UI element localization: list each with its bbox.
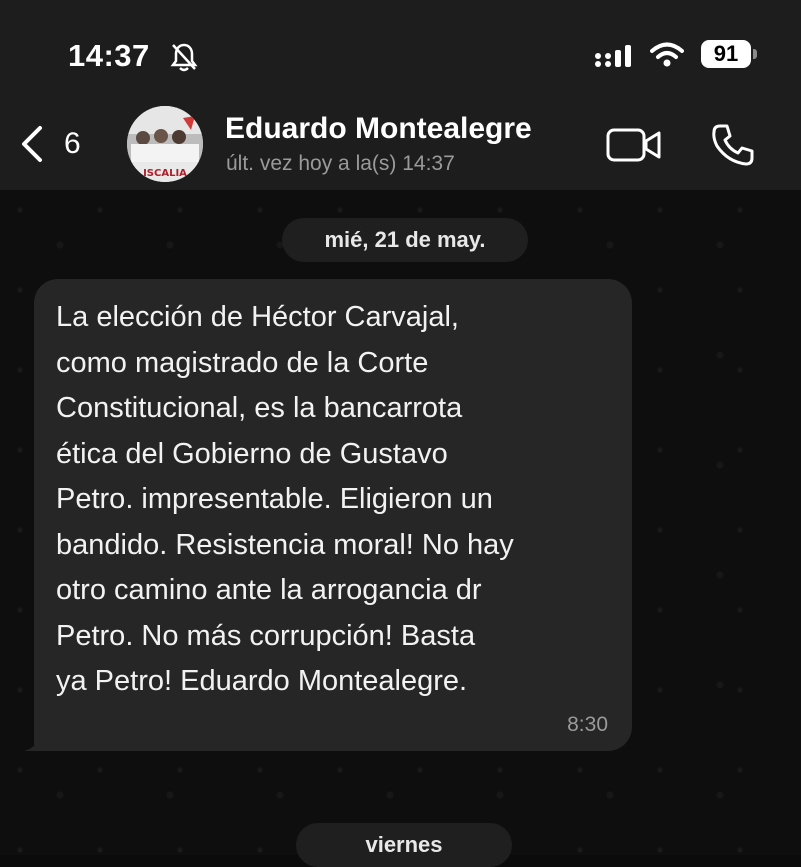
video-call-icon[interactable] [606,127,662,168]
message-bubble[interactable]: La elección de Héctor Carvajal, como mag… [34,279,632,751]
date-separator: mié, 21 de may. [282,218,528,262]
date-separator-next: viernes [296,823,512,867]
bell-slash-icon [170,42,198,77]
battery-tip [753,49,757,59]
avatar-banner-text: ISCALIA [143,168,187,179]
battery-icon: 91 [701,40,751,68]
status-time: 14:37 [68,38,150,73]
chat-header: 14:37 91 6 ISCALIA Eduardo Montealegre ú… [0,0,801,190]
message-timestamp: 8:30 [567,713,608,736]
status-bar: 14:37 91 [0,0,801,100]
wifi-icon [650,42,684,73]
contact-name[interactable]: Eduardo Montealegre [225,112,532,146]
last-seen-status: últ. vez hoy a la(s) 14:37 [226,152,455,175]
chat-nav-bar: 6 ISCALIA Eduardo Montealegre últ. vez h… [0,100,801,190]
message-text: La elección de Héctor Carvajal, como mag… [56,301,514,697]
unread-count: 6 [64,127,81,160]
avatar[interactable]: ISCALIA [127,106,203,182]
phone-icon[interactable] [710,122,756,173]
chevron-left-icon [22,126,42,162]
cellular-signal-icon [594,44,634,73]
back-button[interactable]: 6 [18,122,88,168]
